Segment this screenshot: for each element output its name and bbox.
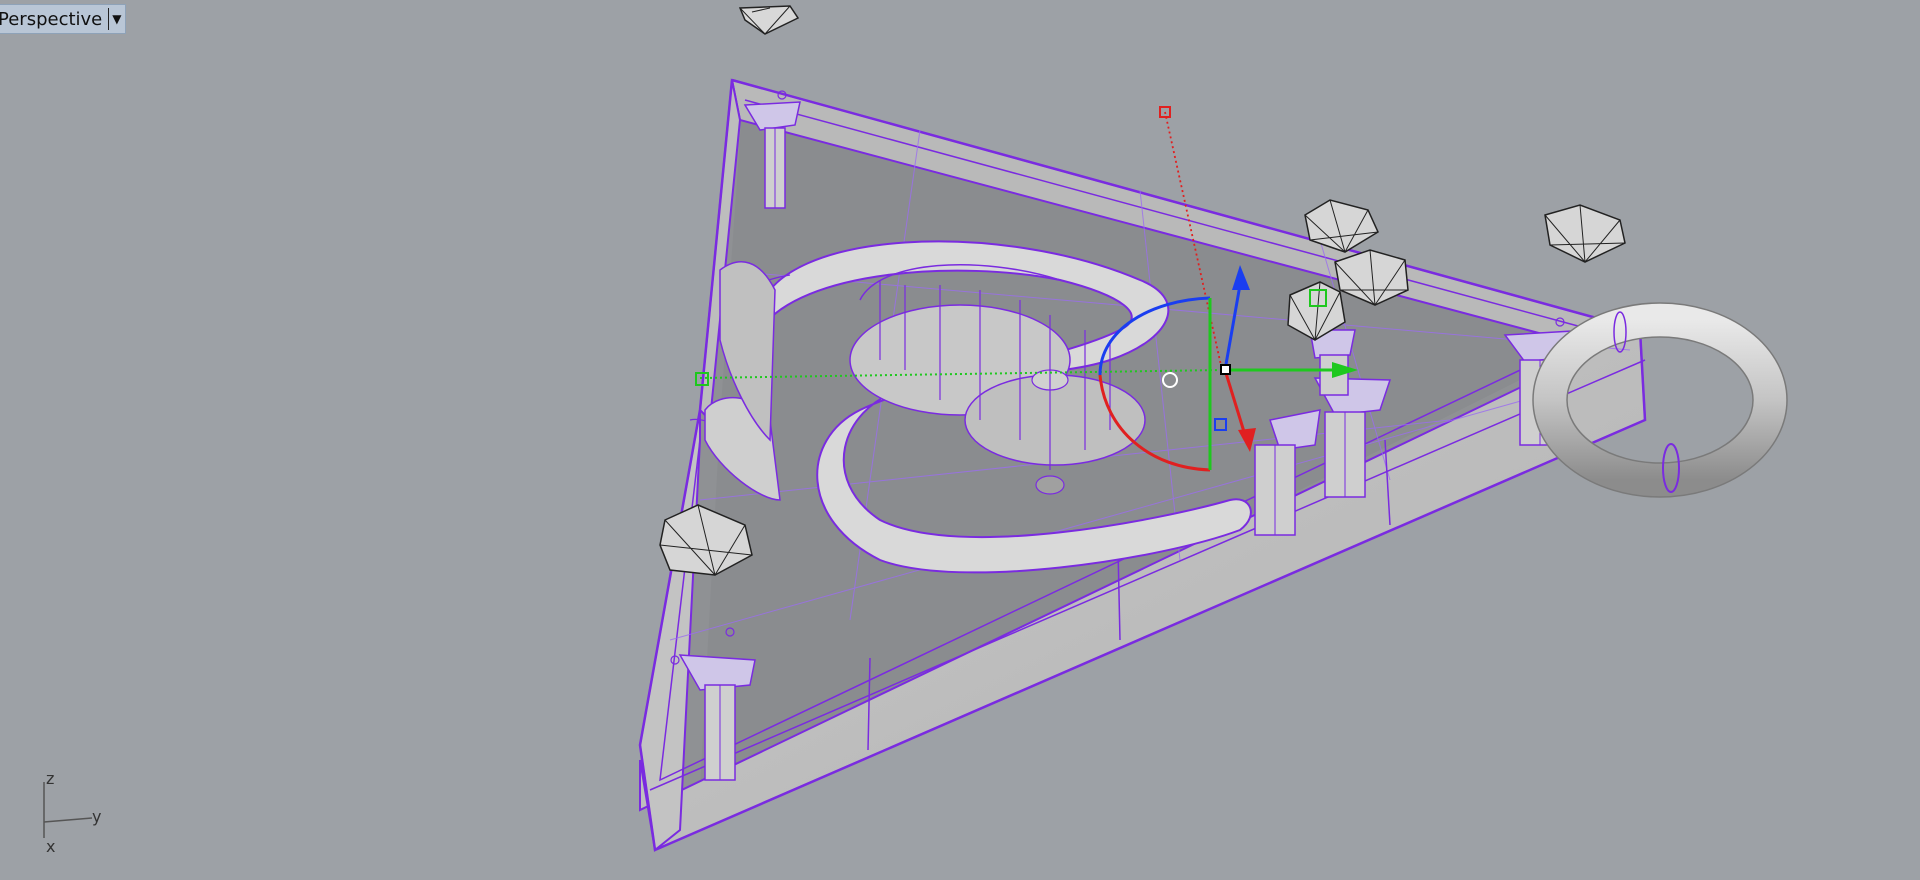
tab-separator [108,8,110,30]
viewport-title-tab[interactable]: Perspective ▼ [0,4,127,34]
gem-top-left[interactable] [738,5,800,35]
axis-label-x: x [46,837,55,856]
perspective-viewport[interactable]: z y x Perspective ▼ [0,0,1920,880]
viewport-title[interactable]: Perspective [0,9,108,30]
gem-floating-4[interactable] [1544,204,1626,263]
axis-label-z: z [46,769,54,788]
triangle-pendant-base[interactable] [638,78,1647,852]
caret-down-icon[interactable]: ▼ [112,13,121,25]
3d-scene-canvas[interactable]: z y x [0,0,1920,880]
axis-label-y: y [92,807,101,826]
world-axes-indicator: z y x [43,769,101,856]
gumball-origin[interactable] [1220,364,1231,375]
